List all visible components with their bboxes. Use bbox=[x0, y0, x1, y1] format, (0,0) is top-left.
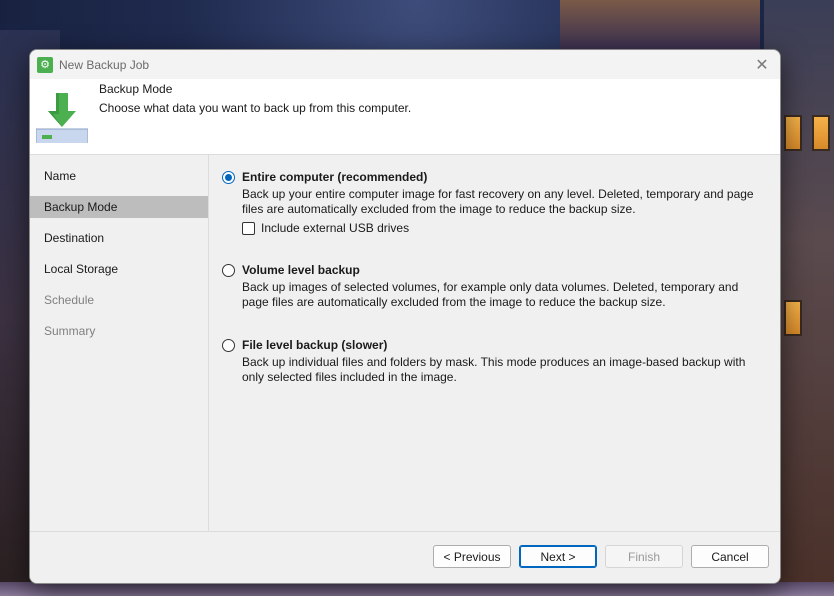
background-window bbox=[784, 115, 802, 151]
close-icon: ✕ bbox=[755, 57, 769, 74]
option-title: Volume level backup bbox=[242, 263, 360, 277]
wizard-footer: < Previous Next > Finish Cancel bbox=[30, 531, 780, 583]
option-description: Back up images of selected volumes, for … bbox=[242, 280, 739, 309]
file-level-radio[interactable] bbox=[222, 339, 235, 352]
download-arrow-icon bbox=[36, 93, 88, 143]
step-summary: Summary bbox=[44, 324, 96, 338]
window-title: New Backup Job bbox=[59, 57, 150, 72]
previous-button[interactable]: < Previous bbox=[433, 545, 511, 568]
entire-computer-radio[interactable] bbox=[222, 171, 235, 184]
background-window bbox=[812, 115, 830, 151]
background-snow bbox=[0, 582, 834, 596]
option-volume-level[interactable]: Volume level backup Back up images of se… bbox=[222, 263, 768, 310]
step-name[interactable]: Name bbox=[30, 165, 208, 187]
close-button[interactable]: ✕ bbox=[752, 55, 772, 75]
include-usb-row[interactable]: Include external USB drives bbox=[242, 221, 768, 235]
background-window bbox=[784, 300, 802, 336]
option-title: File level backup (slower) bbox=[242, 338, 388, 352]
gear-icon: ⚙ bbox=[37, 56, 53, 73]
wizard-header: Backup Mode Choose what data you want to… bbox=[30, 79, 780, 155]
next-button[interactable]: Next > bbox=[519, 545, 597, 568]
finish-button: Finish bbox=[605, 545, 683, 568]
option-description: Back up your entire computer image for f… bbox=[242, 187, 754, 216]
option-description: Back up individual files and folders by … bbox=[242, 355, 746, 384]
wizard-body: Name Backup Mode Destination Local Stora… bbox=[30, 155, 780, 531]
step-schedule: Schedule bbox=[44, 293, 95, 307]
option-title: Entire computer (recommended) bbox=[242, 170, 428, 184]
step-backup-mode[interactable]: Backup Mode bbox=[30, 196, 208, 218]
backup-mode-options: Entire computer (recommended) Back up yo… bbox=[209, 155, 780, 531]
cancel-button[interactable]: Cancel bbox=[691, 545, 769, 568]
titlebar: ⚙ New Backup Job ✕ bbox=[30, 50, 780, 79]
step-destination[interactable]: Destination bbox=[30, 227, 208, 249]
include-usb-checkbox[interactable] bbox=[242, 221, 255, 235]
option-entire-computer[interactable]: Entire computer (recommended) Back up yo… bbox=[222, 170, 768, 235]
volume-level-radio[interactable] bbox=[222, 264, 235, 277]
new-backup-job-dialog: ⚙ New Backup Job ✕ Backup Mode Choose wh… bbox=[29, 49, 781, 584]
step-local-storage[interactable]: Local Storage bbox=[30, 258, 208, 280]
include-usb-label[interactable]: Include external USB drives bbox=[261, 221, 409, 235]
wizard-steps: Name Backup Mode Destination Local Stora… bbox=[30, 155, 209, 531]
header-description: Choose what data you want to back up fro… bbox=[99, 101, 412, 115]
background-glow bbox=[560, 0, 760, 50]
option-file-level[interactable]: File level backup (slower) Back up indiv… bbox=[222, 338, 768, 385]
header-title: Backup Mode bbox=[99, 82, 173, 96]
